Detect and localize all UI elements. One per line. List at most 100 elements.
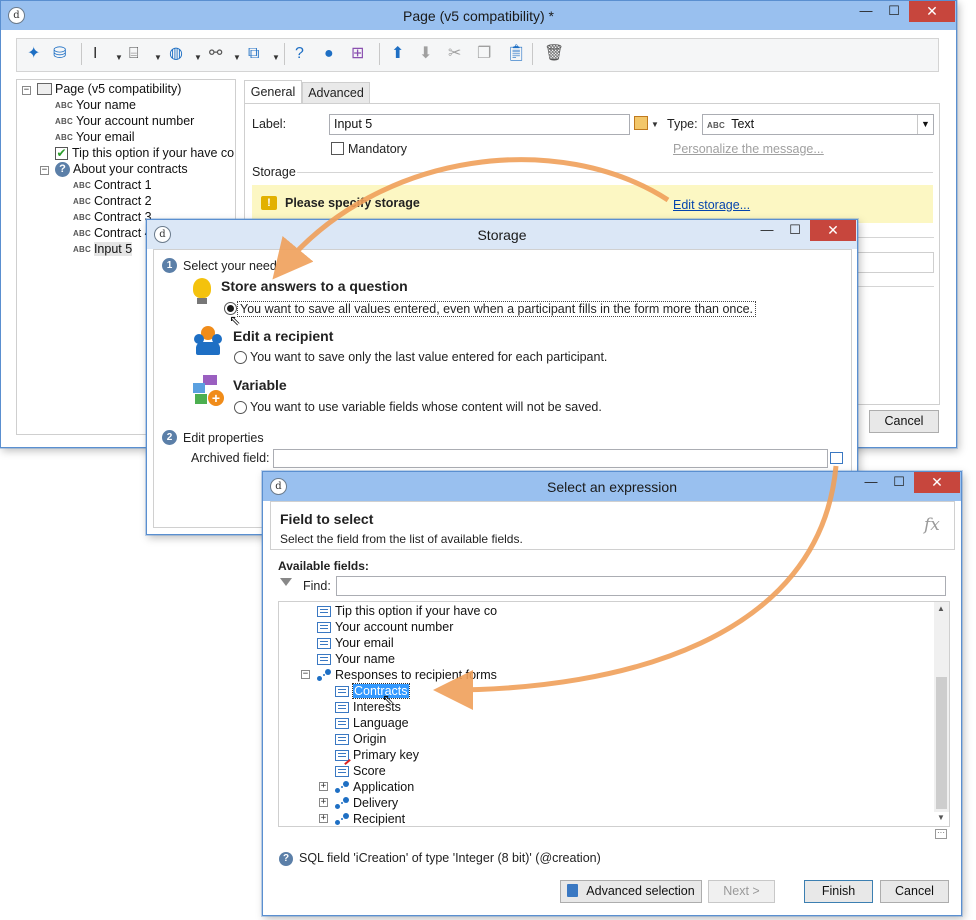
maximize-icon[interactable]: ☐ [885, 472, 913, 493]
minimize-icon[interactable]: — [753, 220, 781, 241]
page-cancel-button[interactable]: Cancel [869, 410, 939, 433]
field-row[interactable]: Score [335, 763, 386, 779]
help-icon[interactable]: ? [295, 44, 304, 64]
tree-item[interactable]: ABC Your email [55, 129, 135, 145]
field-row[interactable]: Application [335, 779, 414, 795]
paste-icon[interactable]: 📋︎ [506, 44, 526, 64]
tree-item[interactable]: ABC Contract 3 [73, 209, 152, 225]
tree-expander[interactable]: − [22, 86, 31, 95]
chevron-down-icon[interactable]: ▼ [154, 48, 162, 68]
close-icon[interactable]: ✕ [914, 472, 960, 493]
text-field-icon: ABC [55, 132, 73, 142]
chevron-down-icon[interactable]: ▼ [272, 48, 280, 68]
option-store-answers-desc[interactable]: You want to save all values entered, eve… [237, 301, 757, 317]
scrollbar-thumb[interactable] [936, 677, 947, 809]
tree-expander[interactable]: − [40, 166, 49, 175]
cut-icon[interactable]: ✂ [448, 44, 461, 64]
expression-editor-icon[interactable] [634, 116, 648, 130]
tree-item[interactable]: ABC Your name [55, 97, 136, 113]
finish-label: Finish [821, 884, 856, 898]
tree-item[interactable]: ABC Your account number [55, 113, 194, 129]
edit-storage-link[interactable]: Edit storage... [673, 198, 750, 212]
tree-item[interactable]: ABC Contract 1 [73, 177, 152, 193]
field-row[interactable]: Language [335, 715, 409, 731]
find-input[interactable] [336, 576, 946, 596]
copy-icon[interactable]: ❐ [477, 44, 491, 64]
cancel-button[interactable]: Cancel [880, 880, 949, 903]
wizard-icon[interactable]: ✦ [27, 44, 40, 64]
arrow-up-icon[interactable]: ⬆ [391, 44, 404, 64]
field-row[interactable]: Tip this option if your have co [317, 603, 497, 619]
field-row[interactable]: Your name [317, 651, 395, 667]
add-field-icon[interactable]: ⌸ [129, 44, 139, 64]
person-icon[interactable]: ● [324, 44, 334, 64]
tree-expander[interactable]: − [301, 670, 310, 679]
field-row[interactable]: Origin [335, 731, 386, 747]
chevron-down-icon[interactable]: ▼ [233, 48, 241, 68]
field-label: Tip this option if your have co [335, 604, 498, 618]
close-icon[interactable]: ✕ [810, 220, 856, 241]
option-edit-recipient-desc[interactable]: You want to save only the last value ent… [250, 350, 607, 364]
tree-options-icon[interactable]: ··· [935, 829, 947, 839]
field-row[interactable]: Interests [335, 699, 401, 715]
chevron-down-icon[interactable]: ▼ [194, 48, 202, 68]
label-input[interactable]: Input 5 [329, 114, 630, 135]
tree-group[interactable]: ? About your contracts [55, 161, 188, 177]
field-row[interactable]: Recipient [335, 811, 405, 827]
page-icon [37, 83, 52, 95]
expression-window-titlebar[interactable]: d Select an expression — ☐ ✕ [263, 472, 961, 501]
tab-general[interactable]: General [244, 80, 302, 104]
tree-root[interactable]: Page (v5 compatibility) [37, 81, 181, 97]
field-row[interactable]: Responses to recipient forms [317, 667, 497, 683]
storage-window-titlebar[interactable]: d Storage — ☐ ✕ [147, 220, 857, 249]
add-item-icon[interactable]: ⊞ [351, 44, 364, 64]
text-cursor-icon[interactable]: I [93, 44, 97, 64]
chevron-down-icon[interactable]: ▼ [651, 120, 659, 129]
option-edit-recipient-radio[interactable] [234, 351, 247, 364]
chevron-down-icon[interactable]: ▼ [917, 115, 933, 134]
tree-expander[interactable]: + [319, 798, 328, 807]
option-variable-radio[interactable] [234, 401, 247, 414]
mandatory-checkbox[interactable] [331, 142, 344, 155]
trash-icon[interactable]: 🗑︎ [544, 44, 564, 64]
close-icon[interactable]: ✕ [909, 1, 955, 22]
next-button[interactable]: Next > [708, 880, 775, 903]
database-icon[interactable]: ⛁ [53, 44, 66, 64]
advanced-selection-button[interactable]: Advanced selection [560, 880, 702, 903]
vertical-scrollbar[interactable]: ▲ [934, 602, 949, 812]
chevron-down-icon[interactable]: ▼ [115, 48, 123, 68]
type-select[interactable]: ABC Text ▼ [702, 114, 934, 135]
personalize-link[interactable]: Personalize the message... [673, 142, 824, 156]
field-picker-icon[interactable] [830, 452, 843, 464]
tree-expander[interactable]: + [319, 782, 328, 791]
tree-item-selected[interactable]: ABC Input 5 [73, 241, 133, 257]
minimize-icon[interactable]: — [857, 472, 885, 493]
fields-list: Tip this option if your have co Your acco… [279, 602, 929, 826]
field-row-selected[interactable]: Contracts [335, 683, 410, 699]
maximize-icon[interactable]: ☐ [781, 220, 809, 241]
tab-advanced[interactable]: Advanced [302, 82, 370, 104]
maximize-icon[interactable]: ☐ [880, 1, 908, 22]
tree-item[interactable]: ABC Contract 2 [73, 193, 152, 209]
field-row[interactable]: Your account number [317, 619, 453, 635]
field-row[interactable]: Primary key [335, 747, 419, 765]
minimize-icon[interactable]: — [852, 1, 880, 22]
tree-item-label: Contract 4 [93, 226, 152, 240]
finish-button[interactable]: Finish [804, 880, 873, 903]
archived-field-input[interactable] [273, 449, 828, 468]
tree-item-label: Contract 3 [93, 210, 152, 224]
link-icon[interactable]: ⚯ [209, 44, 222, 64]
globe-icon[interactable]: ◍ [169, 44, 183, 64]
cube-icon[interactable]: ⧉ [248, 44, 259, 64]
tree-expander[interactable]: + [319, 814, 328, 823]
arrow-down-icon[interactable]: ⬇ [419, 44, 432, 64]
scroll-down-icon[interactable]: ▼ [937, 813, 945, 822]
tree-item[interactable]: ✔ Tip this option if your have co [55, 145, 234, 161]
field-row[interactable]: Delivery [335, 795, 398, 811]
toolbar-separator [284, 43, 285, 65]
page-window-titlebar[interactable]: d Page (v5 compatibility) * — ☐ ✕ [1, 1, 956, 30]
tree-item[interactable]: ABC Contract 4 [73, 225, 152, 241]
scroll-up-icon[interactable]: ▲ [937, 604, 945, 613]
field-row[interactable]: Your email [317, 635, 394, 651]
option-variable-desc[interactable]: You want to use variable fields whose co… [250, 400, 602, 414]
